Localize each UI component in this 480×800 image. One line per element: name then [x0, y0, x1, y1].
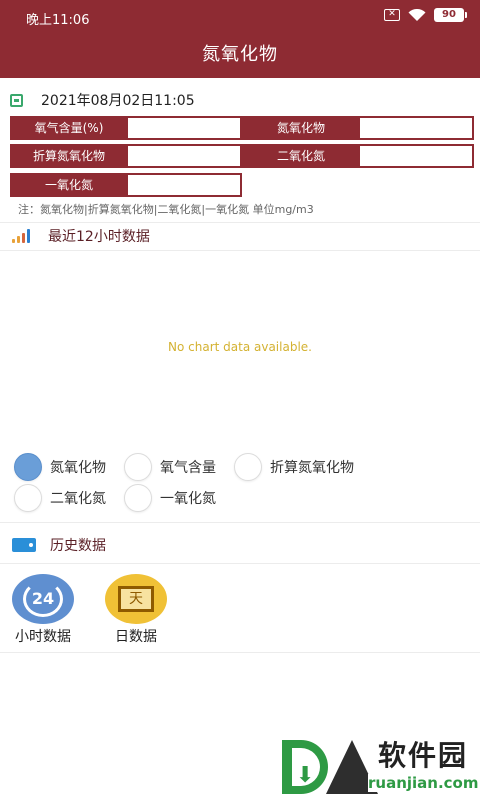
- reading-label: 氧气含量(%): [12, 118, 126, 138]
- reading-converted-nox: 折算氮氧化物: [10, 144, 242, 168]
- radio-button[interactable]: [234, 453, 262, 481]
- chart-area[interactable]: No chart data available.: [0, 252, 480, 442]
- radio-label: 二氧化氮: [50, 491, 106, 507]
- reading-nox: 氮氧化物: [242, 116, 474, 140]
- reading-value: [126, 146, 240, 166]
- chart-empty-message: No chart data available.: [168, 340, 312, 354]
- radio-button[interactable]: [14, 484, 42, 512]
- app-header: 晚上11:06 ✕ 90 氮氧化物: [0, 0, 480, 78]
- radio-label: 氧气含量: [160, 460, 216, 476]
- reading-value: [358, 118, 472, 138]
- day-data-button[interactable]: 天 日数据: [101, 574, 171, 646]
- hour-data-button[interactable]: 24 小时数据: [8, 574, 78, 646]
- calendar-day-icon[interactable]: 天: [105, 574, 167, 624]
- hour-badge: 24: [23, 581, 63, 617]
- radio-label: 一氧化氮: [160, 491, 216, 507]
- day-data-label: 日数据: [115, 629, 157, 645]
- status-time: 晚上11:06: [26, 13, 90, 28]
- reading-label: 氮氧化物: [244, 118, 358, 138]
- divider: [0, 522, 480, 523]
- status-icons: ✕ 90: [384, 8, 467, 22]
- hour-data-label: 小时数据: [15, 629, 71, 645]
- reading-value: [358, 146, 472, 166]
- reading-label: 一氧化氮: [12, 175, 126, 195]
- watermark-logo: ⬇ 软件园 ruanjian.com: [282, 734, 479, 794]
- no-sim-icon: ✕: [384, 9, 400, 21]
- history-section-header: 历史数据: [12, 534, 106, 556]
- status-bar: 晚上11:06 ✕ 90: [0, 0, 480, 32]
- refresh-icon[interactable]: [10, 93, 23, 107]
- divider: [0, 222, 480, 223]
- reading-value: [126, 118, 240, 138]
- radio-option-converted-nox[interactable]: 折算氮氧化物: [234, 453, 354, 481]
- divider: [0, 652, 480, 653]
- radio-option-nox[interactable]: 氮氧化物: [14, 453, 106, 481]
- watermark-brand: 软件园: [378, 739, 469, 772]
- watermark-url: ruanjian.com: [368, 774, 479, 792]
- reading-label: 折算氮氧化物: [12, 146, 126, 166]
- history-section-title: 历史数据: [50, 538, 106, 554]
- timestamp-text: 2021年08月02日11:05: [41, 93, 195, 109]
- radio-button[interactable]: [124, 453, 152, 481]
- battery-icon: 90: [434, 8, 467, 22]
- radio-option-no2[interactable]: 二氧化氮: [14, 484, 106, 512]
- wifi-icon: [408, 8, 426, 22]
- timestamp-row: 2021年08月02日11:05: [10, 90, 195, 110]
- chart-section-title: 最近12小时数据: [48, 229, 150, 245]
- reading-label: 二氧化氮: [244, 146, 358, 166]
- page-title: 氮氧化物: [202, 44, 278, 65]
- radio-option-no[interactable]: 一氧化氮: [124, 484, 216, 512]
- hour-recycle-icon[interactable]: 24: [12, 574, 74, 624]
- reading-oxygen: 氧气含量(%): [10, 116, 242, 140]
- day-badge: 天: [118, 586, 154, 612]
- unit-note: 注：氮氧化物|折算氮氧化物|二氧化氮|一氧化氮 单位mg/m3: [18, 203, 314, 216]
- radio-label: 氮氧化物: [50, 460, 106, 476]
- radio-option-oxygen[interactable]: 氧气含量: [124, 453, 216, 481]
- chart-section-header: 最近12小时数据: [12, 225, 150, 247]
- bar-chart-icon: [12, 229, 34, 243]
- download-arrow-icon: ⬇: [296, 763, 315, 788]
- divider: [0, 250, 480, 251]
- reading-value: [126, 175, 240, 195]
- radio-label: 折算氮氧化物: [270, 460, 354, 476]
- divider: [0, 563, 480, 564]
- radio-button[interactable]: [124, 484, 152, 512]
- radio-button[interactable]: [14, 453, 42, 481]
- reading-no2: 二氧化氮: [242, 144, 474, 168]
- wallet-icon: [12, 538, 36, 552]
- reading-no: 一氧化氮: [10, 173, 242, 197]
